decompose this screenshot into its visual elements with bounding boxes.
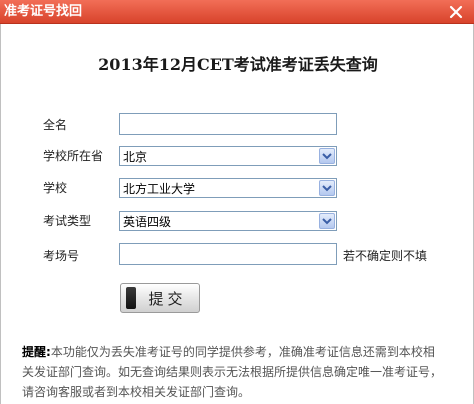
notice-text: 本功能仅为丢失准考证号的同学提供参考，准确准考证信息还需到本校相关发证部门查询。… [22, 345, 443, 399]
chevron-down-icon [322, 153, 332, 160]
window-title: 准考证号找回 [4, 4, 83, 19]
submit-button-label: 提交 [148, 289, 187, 308]
button-grip [126, 287, 136, 309]
exam-type-label: 考试类型 [43, 214, 92, 228]
exam-type-dropdown-button[interactable] [319, 213, 335, 229]
school-label: 学校 [43, 181, 68, 195]
close-x-icon [449, 5, 463, 19]
notice: 提醒:本功能仅为丢失准考证号的同学提供参考，准确准考证信息还需到本校相关发证部门… [22, 342, 442, 402]
close-button[interactable] [442, 2, 470, 22]
school-select[interactable]: 北方工业大学 [119, 178, 337, 198]
province-label: 学校所在省 [43, 149, 104, 163]
exam-type-select[interactable]: 英语四级 [119, 211, 337, 231]
room-hint: 若不确定则不填 [343, 249, 428, 263]
exam-type-select-value: 英语四级 [123, 214, 172, 229]
chevron-down-icon [322, 185, 332, 192]
name-input[interactable] [119, 113, 337, 135]
submit-button[interactable]: 提交 [120, 283, 200, 313]
province-select-value: 北京 [123, 149, 148, 164]
room-label: 考场号 [43, 249, 80, 263]
province-select[interactable]: 北京 [119, 146, 337, 166]
title-bar: 准考证号找回 [0, 0, 474, 24]
school-dropdown-button[interactable] [319, 180, 335, 196]
notice-label: 提醒: [22, 345, 51, 359]
page-title: 2013年12月CET考试准考证丢失查询 [98, 55, 378, 74]
room-number-input[interactable] [119, 243, 337, 265]
province-dropdown-button[interactable] [319, 148, 335, 164]
dialog-content: 2013年12月CET考试准考证丢失查询 全名 学校所在省 北京 学校 北方工业… [0, 24, 474, 404]
chevron-down-icon [322, 218, 332, 225]
school-select-value: 北方工业大学 [123, 181, 196, 196]
name-label: 全名 [43, 118, 68, 132]
